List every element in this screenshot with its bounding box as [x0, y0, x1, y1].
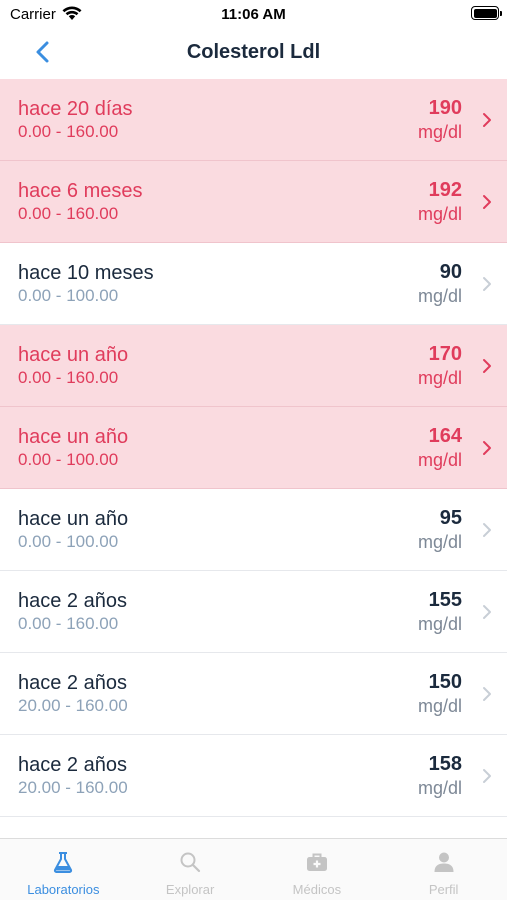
navigation-bar: Colesterol Ldl	[0, 30, 507, 78]
result-date: hace 6 meses	[18, 180, 143, 202]
results-list: hace 20 días 0.00 - 160.00 190 mg/dl hace 6 …	[0, 79, 507, 817]
chevron-right-icon	[483, 441, 491, 455]
result-date: hace 20 días	[18, 98, 133, 120]
status-bar: Carrier 11:06 AM	[0, 0, 507, 30]
result-unit: mg/dl	[417, 204, 462, 224]
result-value: 158	[428, 753, 462, 775]
result-row[interactable]: hace 2 años 20.00 - 160.00 150 mg/dl	[0, 653, 507, 735]
reference-range: 20.00 - 160.00	[18, 696, 128, 715]
result-value: 170	[428, 343, 462, 365]
result-value: 190	[428, 97, 462, 119]
result-row[interactable]: hace un año 0.00 - 100.00 95 mg/dl	[0, 489, 507, 571]
search-icon	[180, 852, 201, 873]
reference-range: 0.00 - 160.00	[18, 614, 119, 633]
tab-person[interactable]: Perfil	[380, 839, 507, 900]
reference-range: 0.00 - 100.00	[18, 286, 119, 305]
result-row[interactable]: hace 2 años 0.00 - 160.00 155 mg/dl	[0, 571, 507, 653]
tab-search[interactable]: Explorar	[127, 839, 254, 900]
clock: 11:06 AM	[221, 6, 286, 23]
result-value: 90	[439, 261, 462, 283]
reference-range: 20.00 - 160.00	[18, 778, 128, 797]
result-value: 164	[428, 425, 462, 447]
chevron-right-icon	[483, 769, 491, 783]
result-row[interactable]: hace 20 días 0.00 - 160.00 190 mg/dl	[0, 79, 507, 161]
chevron-right-icon	[483, 523, 491, 537]
person-icon	[434, 852, 454, 872]
result-date: hace 2 años	[18, 590, 127, 612]
result-value: 150	[428, 671, 462, 693]
result-unit: mg/dl	[417, 614, 462, 634]
result-date: hace 10 meses	[18, 262, 154, 284]
result-unit: mg/dl	[417, 532, 462, 552]
tab-label: Explorar	[165, 882, 215, 897]
flask-icon	[54, 852, 73, 873]
tab-label: Médicos	[292, 882, 342, 897]
result-unit: mg/dl	[417, 450, 462, 470]
result-date: hace un año	[18, 426, 129, 448]
result-unit: mg/dl	[417, 122, 462, 142]
reference-range: 0.00 - 160.00	[18, 122, 119, 141]
chevron-right-icon	[483, 605, 491, 619]
result-row[interactable]: hace un año 0.00 - 160.00 170 mg/dl	[0, 325, 507, 407]
result-unit: mg/dl	[417, 368, 462, 388]
result-row[interactable]: hace un año 0.00 - 100.00 164 mg/dl	[0, 407, 507, 489]
result-unit: mg/dl	[417, 286, 462, 306]
page-title: Colesterol Ldl	[186, 41, 321, 63]
tab-label: Laboratorios	[27, 882, 100, 897]
result-value: 192	[428, 179, 462, 201]
result-unit: mg/dl	[417, 696, 462, 716]
tab-bar: Laboratorios Explorar Médicos Perfil	[0, 838, 507, 900]
chevron-right-icon	[483, 687, 491, 701]
result-row[interactable]: hace 2 años 20.00 - 160.00 158 mg/dl	[0, 735, 507, 817]
tab-label: Perfil	[428, 882, 459, 897]
chevron-right-icon	[483, 113, 491, 127]
result-row[interactable]: hace 10 meses 0.00 - 100.00 90 mg/dl	[0, 243, 507, 325]
chevron-right-icon	[483, 195, 491, 209]
reference-range: 0.00 - 160.00	[18, 204, 119, 223]
result-row[interactable]: hace 6 meses 0.00 - 160.00 192 mg/dl	[0, 161, 507, 243]
medical-kit-icon	[306, 853, 327, 871]
reference-range: 0.00 - 100.00	[18, 450, 119, 469]
battery-icon	[471, 6, 502, 20]
result-unit: mg/dl	[417, 778, 462, 798]
result-date: hace 2 años	[18, 672, 127, 694]
result-date: hace un año	[18, 344, 129, 366]
result-date: hace 2 años	[18, 754, 127, 776]
chevron-right-icon	[483, 359, 491, 373]
tab-flask[interactable]: Laboratorios	[0, 839, 127, 900]
reference-range: 0.00 - 100.00	[18, 532, 119, 551]
reference-range: 0.00 - 160.00	[18, 368, 119, 387]
result-value: 155	[428, 589, 462, 611]
result-value: 95	[439, 507, 462, 529]
chevron-right-icon	[483, 277, 491, 291]
tab-medical-kit[interactable]: Médicos	[254, 839, 381, 900]
result-date: hace un año	[18, 508, 129, 530]
